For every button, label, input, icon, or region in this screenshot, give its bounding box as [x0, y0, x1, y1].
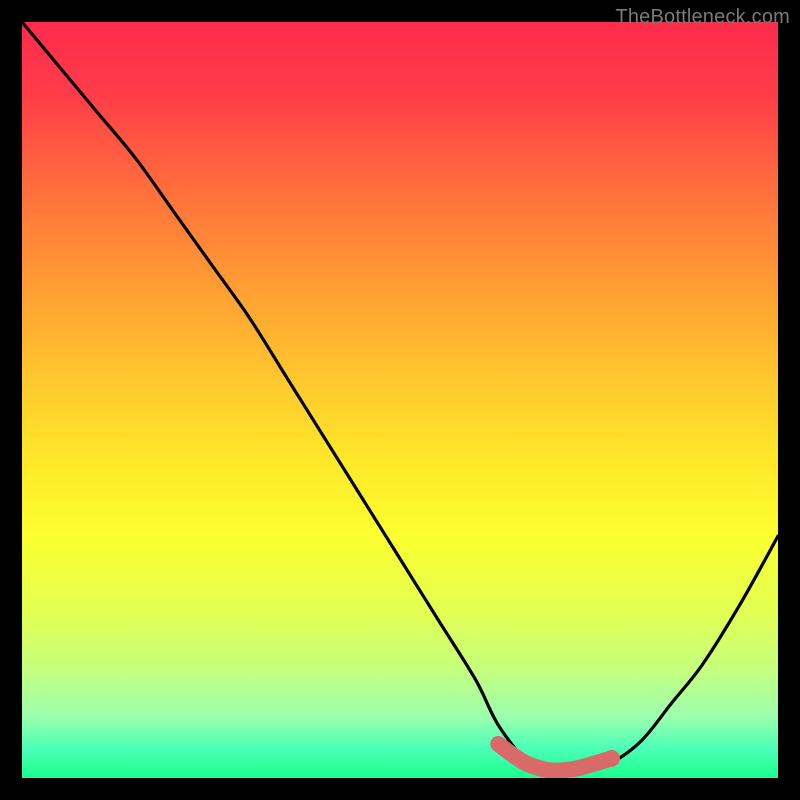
chart-svg — [22, 22, 778, 778]
plot-area — [22, 22, 778, 778]
main-curve-line — [22, 22, 778, 771]
chart-container: TheBottleneck.com — [0, 0, 800, 800]
watermark-text: TheBottleneck.com — [615, 6, 790, 29]
highlight-segment — [498, 744, 611, 771]
highlight-dot — [603, 750, 620, 767]
